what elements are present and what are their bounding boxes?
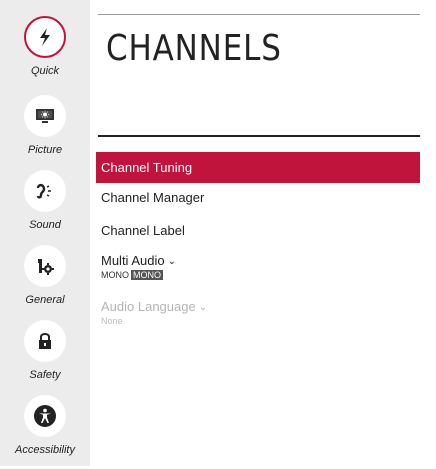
sidebar-item-label: Sound [29, 219, 61, 231]
sidebar-item-accessibility[interactable]: Accessibility [0, 395, 90, 469]
picture-icon [24, 95, 66, 137]
menu-item-label: Audio Language [101, 299, 196, 314]
audio-language-value: None [101, 316, 123, 326]
general-icon [24, 245, 66, 287]
sidebar-item-sound[interactable]: Sound [0, 170, 90, 244]
sidebar-item-safety[interactable]: Safety [0, 320, 90, 394]
chevron-down-icon: ⌄ [198, 302, 208, 313]
menu-item-label: Channel Label [101, 223, 185, 238]
menu-item-audio-language: Audio Language ⌄ None [96, 299, 420, 326]
multi-audio-value: MONO MONO [101, 270, 420, 280]
sidebar: Quick Picture Sound General Safety Acces… [0, 0, 90, 466]
accessibility-icon [24, 395, 66, 437]
chevron-down-icon: ⌄ [167, 256, 176, 267]
sidebar-item-quick[interactable]: Quick [0, 16, 90, 90]
menu-item-label: Channel Tuning [101, 160, 193, 175]
menu-item-multi-audio[interactable]: Multi Audio ⌄ MONO MONO [96, 253, 420, 280]
lightning-icon [24, 16, 66, 58]
multi-audio-current: MONO [101, 270, 129, 280]
sidebar-item-picture[interactable]: Picture [0, 95, 90, 169]
lock-icon [24, 320, 66, 362]
menu-item-label: Channel Manager [101, 190, 205, 205]
sound-icon [24, 170, 66, 212]
sidebar-item-label: Picture [27, 144, 63, 156]
menu-item-channel-manager[interactable]: Channel Manager [96, 190, 420, 205]
menu-item-channel-label[interactable]: Channel Label [96, 223, 420, 238]
sidebar-item-label: General [25, 294, 65, 306]
page-title: CHANNELS [106, 28, 282, 69]
sidebar-item-label: Safety [29, 369, 61, 381]
multi-audio-badge: MONO [131, 270, 163, 280]
menu-item-channel-tuning[interactable]: Channel Tuning [96, 152, 420, 183]
header-divider [98, 14, 420, 15]
section-divider [98, 135, 420, 137]
sidebar-item-label: Quick [30, 65, 60, 77]
sidebar-item-label: Accessibility [15, 444, 75, 456]
menu-item-label: Multi Audio [101, 253, 165, 268]
sidebar-item-general[interactable]: General [0, 245, 90, 319]
